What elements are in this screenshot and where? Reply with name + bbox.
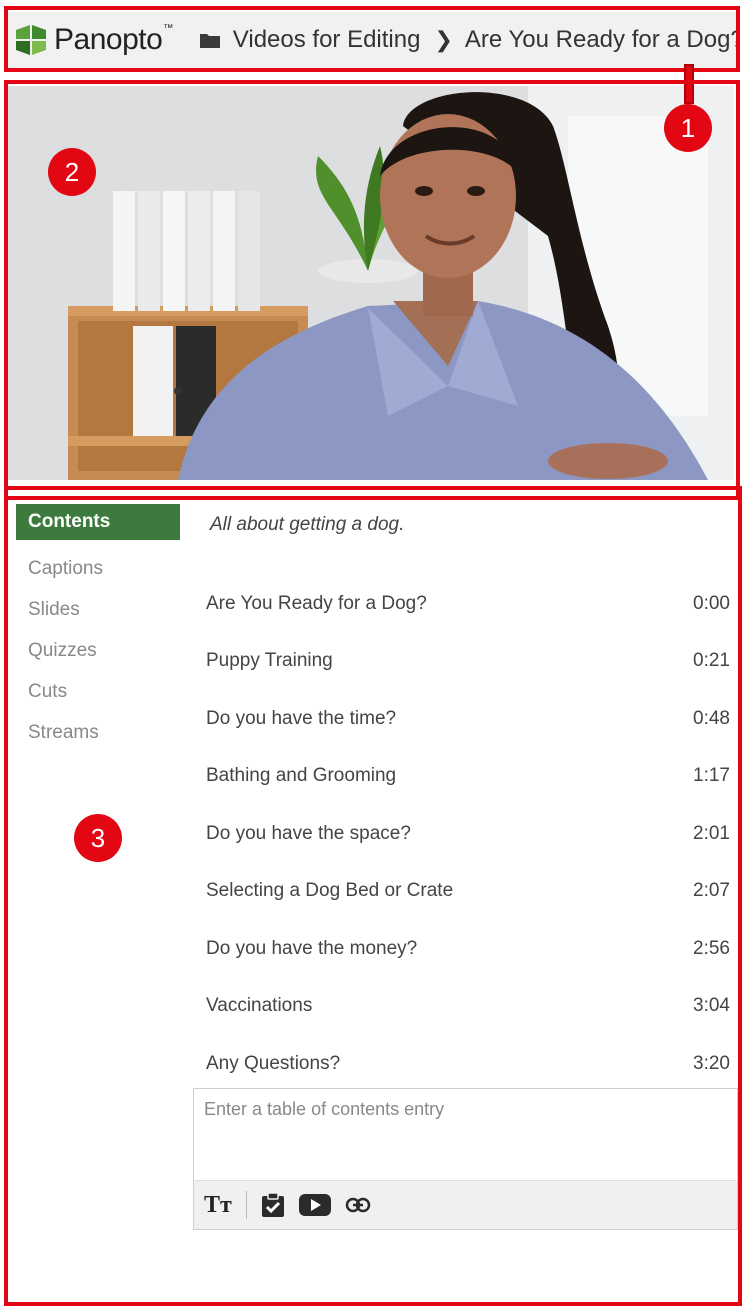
tab-slides[interactable]: Slides xyxy=(16,589,180,630)
entry-title: Any Questions? xyxy=(206,1052,341,1074)
breadcrumb-folder[interactable]: Videos for Editing xyxy=(233,26,421,54)
breadcrumb-session: Are You Ready for a Dog? xyxy=(464,26,738,53)
list-item[interactable]: Vaccinations 3:04 xyxy=(194,978,734,1036)
video-player[interactable] xyxy=(8,86,734,480)
entry-time: 3:20 xyxy=(693,1052,730,1074)
entry-title: Do you have the time? xyxy=(206,707,397,729)
entry-title: Do you have the space? xyxy=(206,822,411,844)
entry-title: Bathing and Grooming xyxy=(206,765,397,787)
entry-time: 1:17 xyxy=(693,765,730,787)
list-item[interactable]: Bathing and Grooming 1:17 xyxy=(194,748,734,806)
entry-title: Vaccinations xyxy=(206,995,313,1017)
text-format-icon[interactable]: Tт xyxy=(204,1192,232,1219)
callout-badge-2: 2 xyxy=(48,148,96,196)
list-item[interactable]: Are You Ready for a Dog? 0:00 xyxy=(194,575,734,633)
panopto-logo-icon xyxy=(16,25,46,55)
session-description[interactable]: All about getting a dog. xyxy=(210,514,404,536)
clipboard-check-icon[interactable] xyxy=(261,1192,285,1218)
entry-toolbar: Tт xyxy=(194,1180,737,1229)
entry-title: Do you have the money? xyxy=(206,937,418,959)
list-item[interactable]: Selecting a Dog Bed or Crate 2:07 xyxy=(194,863,734,921)
list-item[interactable]: Do you have the time? 0:48 xyxy=(194,690,734,748)
tab-streams[interactable]: Streams xyxy=(16,712,180,753)
entry-title: Are You Ready for a Dog? xyxy=(206,592,427,614)
list-item[interactable]: Do you have the space? 2:01 xyxy=(194,805,734,863)
brand-name: Panopto™ xyxy=(54,23,173,56)
list-item[interactable]: Any Questions? 3:20 xyxy=(194,1035,734,1093)
entry-title: Selecting a Dog Bed or Crate xyxy=(206,880,454,902)
tab-quizzes[interactable]: Quizzes xyxy=(16,630,180,671)
tab-captions[interactable]: Captions xyxy=(16,548,180,589)
entry-time: 3:04 xyxy=(693,995,730,1017)
contents-list: Are You Ready for a Dog? 0:00 Puppy Train… xyxy=(194,575,734,1093)
contents-entry-input[interactable] xyxy=(194,1089,737,1179)
entry-title: Puppy Training xyxy=(206,650,333,672)
callout-badge-3: 3 xyxy=(74,814,122,862)
entry-time: 2:56 xyxy=(693,937,730,959)
panopto-logo[interactable]: Panopto™ xyxy=(14,23,173,57)
list-item[interactable]: Puppy Training 0:21 xyxy=(194,633,734,691)
tab-contents[interactable]: Contents xyxy=(16,504,180,540)
chevron-right-icon: ❯ xyxy=(434,27,453,52)
toolbar-divider xyxy=(245,1191,247,1219)
contents-entry-box: Tт xyxy=(193,1088,738,1230)
callout-connector xyxy=(684,64,694,104)
youtube-icon[interactable] xyxy=(298,1193,331,1217)
video-frame xyxy=(8,86,734,480)
entry-time: 2:01 xyxy=(693,822,730,844)
entry-time: 2:07 xyxy=(693,880,730,902)
callout-badge-1: 1 xyxy=(664,104,712,152)
list-item[interactable]: Do you have the money? 2:56 xyxy=(194,920,734,978)
entry-time: 0:48 xyxy=(693,707,730,729)
entry-time: 0:00 xyxy=(693,592,730,614)
top-bar: Panopto™ Videos for Editing ❯ Are You Re… xyxy=(4,12,738,68)
folder-icon xyxy=(199,31,221,49)
tab-cuts[interactable]: Cuts xyxy=(16,671,180,712)
side-tabs: Contents Captions Slides Quizzes Cuts St… xyxy=(16,504,180,753)
link-icon[interactable] xyxy=(345,1196,371,1214)
entry-time: 0:21 xyxy=(693,650,730,672)
